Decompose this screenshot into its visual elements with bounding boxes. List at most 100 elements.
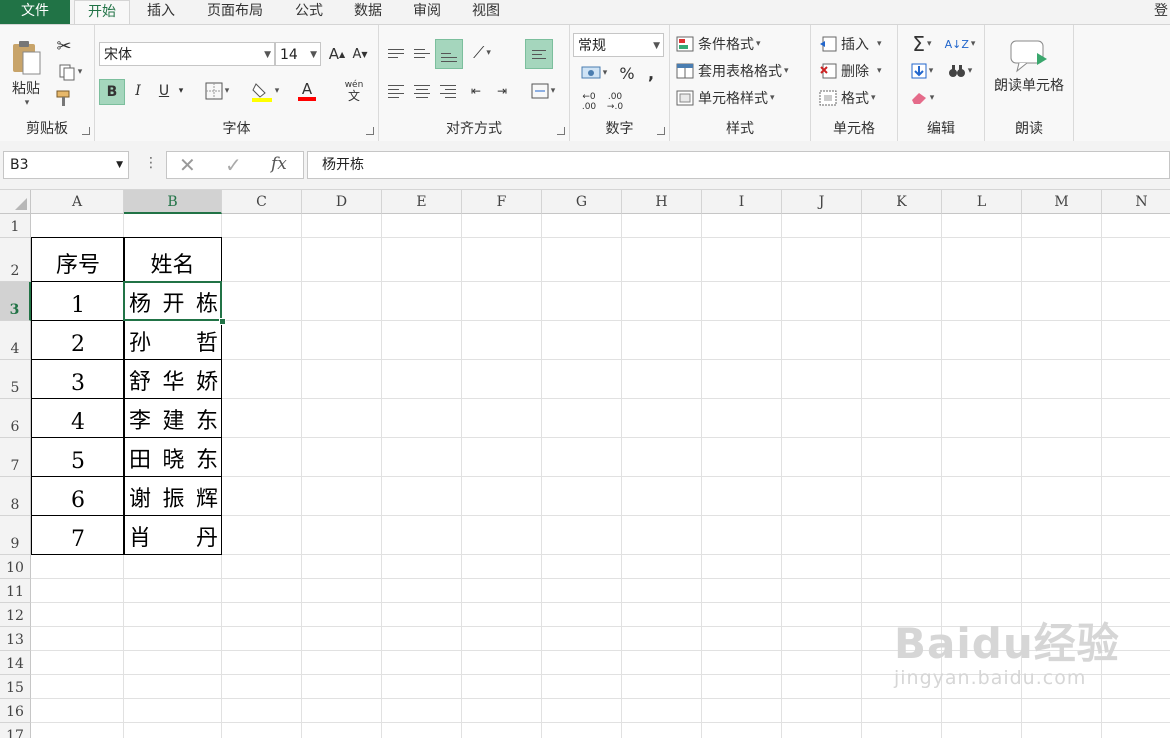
column-header-d[interactable]: D bbox=[302, 190, 382, 214]
sort-filter-button[interactable]: A↓Z ▾ bbox=[942, 33, 978, 55]
align-center-button[interactable] bbox=[411, 79, 433, 103]
row-header-12[interactable]: 12 bbox=[0, 603, 31, 627]
percent-button[interactable]: % bbox=[616, 61, 638, 85]
column-header-i[interactable]: I bbox=[702, 190, 782, 214]
tab-data[interactable]: 数据 bbox=[343, 0, 393, 24]
column-header-n[interactable]: N bbox=[1102, 190, 1170, 214]
decrease-decimal-button[interactable]: .00 →.0 bbox=[602, 89, 628, 115]
enter-icon[interactable]: ✓ bbox=[225, 153, 242, 177]
cell-name[interactable]: 舒华娇 bbox=[123, 359, 222, 399]
italic-button[interactable]: I bbox=[127, 79, 149, 103]
font-color-button[interactable]: A bbox=[289, 79, 325, 103]
column-header-m[interactable]: M bbox=[1022, 190, 1102, 214]
font-size-dropdown[interactable]: 14 ▼ bbox=[275, 42, 321, 66]
cell-number[interactable]: 4 bbox=[31, 398, 125, 438]
cell-number[interactable]: 2 bbox=[31, 320, 125, 360]
read-cells-button[interactable]: 朗读单元格 bbox=[985, 37, 1073, 97]
align-right-button[interactable] bbox=[437, 79, 459, 103]
cell-number[interactable]: 3 bbox=[31, 359, 125, 399]
cell-styles-button[interactable]: 单元格样式 ▾ bbox=[676, 87, 775, 109]
tab-file[interactable]: 文件 bbox=[0, 0, 70, 24]
grow-font-button[interactable]: A ▲ bbox=[326, 42, 348, 66]
cancel-icon[interactable]: ✕ bbox=[179, 153, 196, 177]
align-bottom-button[interactable] bbox=[435, 39, 463, 69]
format-cells-button[interactable]: 格式 ▾ bbox=[819, 87, 876, 109]
orientation-button[interactable]: ⟋ ▾ bbox=[465, 41, 499, 65]
row-header-13[interactable]: 13 bbox=[0, 627, 31, 651]
sign-in-link[interactable]: 登 bbox=[1152, 0, 1170, 24]
cut-icon[interactable]: ✂ bbox=[52, 35, 76, 57]
phonetic-button[interactable]: wén 文 bbox=[335, 77, 373, 105]
format-as-table-button[interactable]: 套用表格格式 ▾ bbox=[676, 60, 789, 82]
cell-name[interactable]: 谢振辉 bbox=[123, 476, 222, 516]
column-header-c[interactable]: C bbox=[222, 190, 302, 214]
alignment-launcher-icon[interactable] bbox=[557, 127, 565, 135]
row-header-7[interactable]: 7 bbox=[0, 438, 31, 477]
underline-button[interactable]: U bbox=[153, 79, 175, 103]
delete-cells-button[interactable]: 删除 ▾ bbox=[819, 60, 882, 82]
fill-handle[interactable] bbox=[219, 318, 226, 325]
tab-home[interactable]: 开始 bbox=[74, 0, 130, 26]
row-header-4[interactable]: 4 bbox=[0, 321, 31, 360]
row-header-14[interactable]: 14 bbox=[0, 651, 31, 675]
clipboard-launcher-icon[interactable] bbox=[82, 127, 90, 135]
table-header-number[interactable]: 序号 bbox=[31, 237, 125, 282]
more-icon[interactable]: ⋮ bbox=[144, 155, 158, 171]
row-header-10[interactable]: 10 bbox=[0, 555, 31, 579]
row-header-5[interactable]: 5 bbox=[0, 360, 31, 399]
underline-dropdown-icon[interactable]: ▾ bbox=[175, 79, 187, 103]
row-header-16[interactable]: 16 bbox=[0, 699, 31, 723]
borders-button[interactable]: ▾ bbox=[199, 79, 235, 103]
formula-input[interactable]: 杨开栋 bbox=[307, 151, 1170, 179]
row-header-6[interactable]: 6 bbox=[0, 399, 31, 438]
conditional-format-button[interactable]: 条件格式 ▾ bbox=[676, 33, 761, 55]
tab-page-layout[interactable]: 页面布局 bbox=[196, 0, 274, 24]
row-header-1[interactable]: 1 bbox=[0, 214, 31, 238]
cell-name[interactable]: 田晓东 bbox=[123, 437, 222, 477]
insert-function-button[interactable]: fx bbox=[271, 154, 287, 174]
column-header-j[interactable]: J bbox=[782, 190, 862, 214]
accounting-format-button[interactable]: ▾ bbox=[574, 61, 614, 85]
row-header-15[interactable]: 15 bbox=[0, 675, 31, 699]
align-top-button[interactable] bbox=[385, 41, 407, 65]
cell-number[interactable]: 6 bbox=[31, 476, 125, 516]
cell-name[interactable]: 李建东 bbox=[123, 398, 222, 438]
autosum-button[interactable]: Σ ▾ bbox=[904, 32, 940, 56]
find-select-button[interactable]: ▾ bbox=[942, 60, 978, 82]
row-header-9[interactable]: 9 bbox=[0, 516, 31, 555]
decrease-indent-icon[interactable]: ⇤ bbox=[465, 79, 487, 103]
column-header-l[interactable]: L bbox=[942, 190, 1022, 214]
tab-formulas[interactable]: 公式 bbox=[284, 0, 334, 24]
comma-button[interactable]: , bbox=[640, 61, 662, 85]
number-format-dropdown[interactable]: 常规 ▼ bbox=[573, 33, 664, 57]
increase-decimal-button[interactable]: ←0.00 bbox=[576, 89, 602, 115]
column-header-a[interactable]: A bbox=[31, 190, 124, 214]
fill-color-button[interactable]: ▾ bbox=[247, 79, 283, 103]
font-launcher-icon[interactable] bbox=[366, 127, 374, 135]
align-middle-button[interactable] bbox=[411, 41, 433, 65]
column-header-k[interactable]: K bbox=[862, 190, 942, 214]
row-header-8[interactable]: 8 bbox=[0, 477, 31, 516]
cell-number[interactable]: 1 bbox=[31, 281, 125, 321]
cell-number[interactable]: 7 bbox=[31, 515, 125, 555]
format-painter-button[interactable] bbox=[52, 87, 76, 109]
clear-button[interactable]: ▾ bbox=[904, 87, 940, 109]
copy-button[interactable]: ▾ bbox=[52, 61, 88, 83]
insert-cells-button[interactable]: 插入 ▾ bbox=[819, 33, 882, 55]
column-header-e[interactable]: E bbox=[382, 190, 462, 214]
cell-number[interactable]: 5 bbox=[31, 437, 125, 477]
select-all-button[interactable] bbox=[0, 190, 31, 214]
column-header-h[interactable]: H bbox=[622, 190, 702, 214]
fill-button[interactable]: ▾ bbox=[904, 60, 940, 82]
tab-view[interactable]: 视图 bbox=[461, 0, 511, 24]
merge-center-button[interactable]: ▾ bbox=[525, 79, 561, 103]
row-header-17[interactable]: 17 bbox=[0, 723, 31, 738]
tab-insert[interactable]: 插入 bbox=[136, 0, 186, 24]
row-header-11[interactable]: 11 bbox=[0, 579, 31, 603]
column-header-g[interactable]: G bbox=[542, 190, 622, 214]
tab-review[interactable]: 审阅 bbox=[402, 0, 452, 24]
row-header-3[interactable]: 3 bbox=[0, 282, 31, 321]
font-name-dropdown[interactable]: 宋体 ▼ bbox=[99, 42, 275, 66]
number-launcher-icon[interactable] bbox=[657, 127, 665, 135]
cell-name[interactable]: 肖丹 bbox=[123, 515, 222, 555]
